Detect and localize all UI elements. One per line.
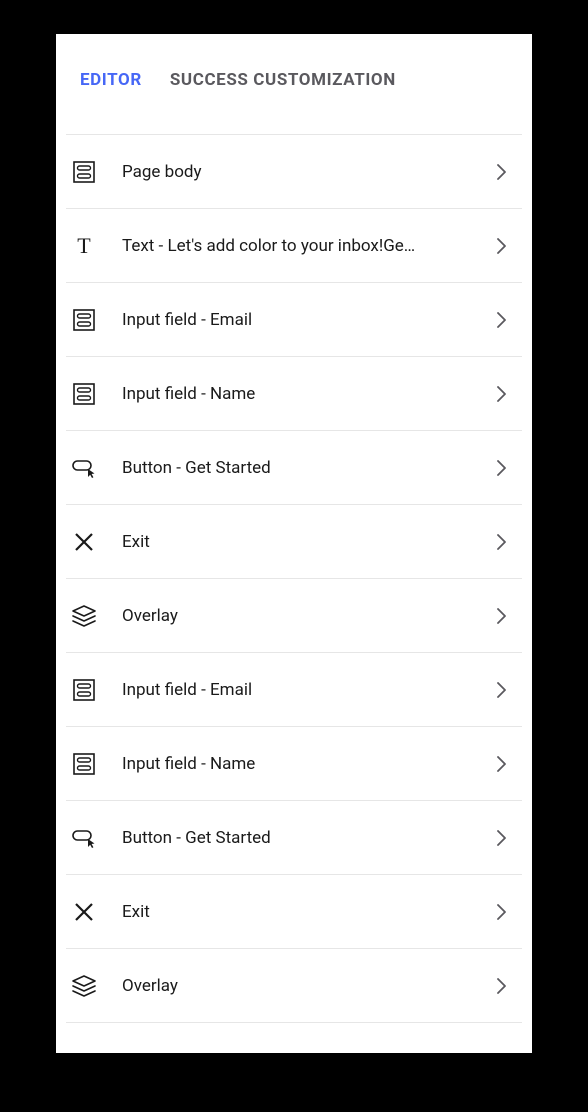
- layout-icon: [71, 751, 97, 777]
- row-icon-wrap: [70, 972, 98, 1000]
- chevron-right-icon: [492, 384, 512, 404]
- button-icon: [71, 825, 97, 851]
- chevron-right-icon: [492, 680, 512, 700]
- element-row[interactable]: Button - Get Started: [66, 801, 522, 875]
- layout-icon: [71, 307, 97, 333]
- row-label: Input field - Name: [122, 754, 492, 774]
- tab-success-customization[interactable]: SUCCESS CUSTOMIZATION: [170, 70, 396, 90]
- element-row[interactable]: Button - Get Started: [66, 431, 522, 505]
- row-icon-wrap: [70, 528, 98, 556]
- row-icon-wrap: [70, 454, 98, 482]
- chevron-right-icon: [492, 976, 512, 996]
- row-icon-wrap: [70, 750, 98, 778]
- element-row[interactable]: Input field - Email: [66, 653, 522, 727]
- row-label: Overlay: [122, 606, 492, 626]
- row-icon-wrap: [70, 602, 98, 630]
- row-label: Text - Let's add color to your inbox!Ge…: [122, 236, 492, 256]
- row-icon-wrap: [70, 824, 98, 852]
- element-list: Page body T Text - Let's add color to your…: [66, 134, 522, 1023]
- element-row[interactable]: Overlay: [66, 949, 522, 1023]
- row-label: Input field - Email: [122, 680, 492, 700]
- chevron-right-icon: [492, 236, 512, 256]
- close-icon: [71, 529, 97, 555]
- row-label: Button - Get Started: [122, 828, 492, 848]
- text-icon: T: [77, 233, 90, 259]
- chevron-right-icon: [492, 902, 512, 922]
- chevron-right-icon: [492, 458, 512, 478]
- chevron-right-icon: [492, 162, 512, 182]
- layout-icon: [71, 677, 97, 703]
- element-row[interactable]: Exit: [66, 875, 522, 949]
- row-label: Page body: [122, 162, 492, 182]
- element-row[interactable]: Page body: [66, 135, 522, 209]
- chevron-right-icon: [492, 754, 512, 774]
- row-label: Exit: [122, 902, 492, 922]
- row-icon-wrap: T: [70, 232, 98, 260]
- element-row[interactable]: Input field - Name: [66, 727, 522, 801]
- row-icon-wrap: [70, 676, 98, 704]
- editor-panel: EDITOR SUCCESS CUSTOMIZATION Page bodyTT…: [56, 34, 532, 1053]
- chevron-right-icon: [492, 532, 512, 552]
- tabs: EDITOR SUCCESS CUSTOMIZATION: [56, 70, 532, 120]
- chevron-right-icon: [492, 310, 512, 330]
- element-row[interactable]: Overlay: [66, 579, 522, 653]
- row-icon-wrap: [70, 380, 98, 408]
- element-row[interactable]: Exit: [66, 505, 522, 579]
- element-row[interactable]: Input field - Name: [66, 357, 522, 431]
- row-icon-wrap: [70, 306, 98, 334]
- row-label: Overlay: [122, 976, 492, 996]
- layout-icon: [71, 159, 97, 185]
- row-icon-wrap: [70, 158, 98, 186]
- element-row[interactable]: T Text - Let's add color to your inbox!Ge…: [66, 209, 522, 283]
- chevron-right-icon: [492, 606, 512, 626]
- row-label: Input field - Email: [122, 310, 492, 330]
- row-label: Exit: [122, 532, 492, 552]
- button-icon: [71, 455, 97, 481]
- layers-icon: [71, 603, 97, 629]
- row-label: Input field - Name: [122, 384, 492, 404]
- row-label: Button - Get Started: [122, 458, 492, 478]
- tab-editor[interactable]: EDITOR: [80, 70, 142, 90]
- chevron-right-icon: [492, 828, 512, 848]
- close-icon: [71, 899, 97, 925]
- element-row[interactable]: Input field - Email: [66, 283, 522, 357]
- row-icon-wrap: [70, 898, 98, 926]
- layout-icon: [71, 381, 97, 407]
- layers-icon: [71, 973, 97, 999]
